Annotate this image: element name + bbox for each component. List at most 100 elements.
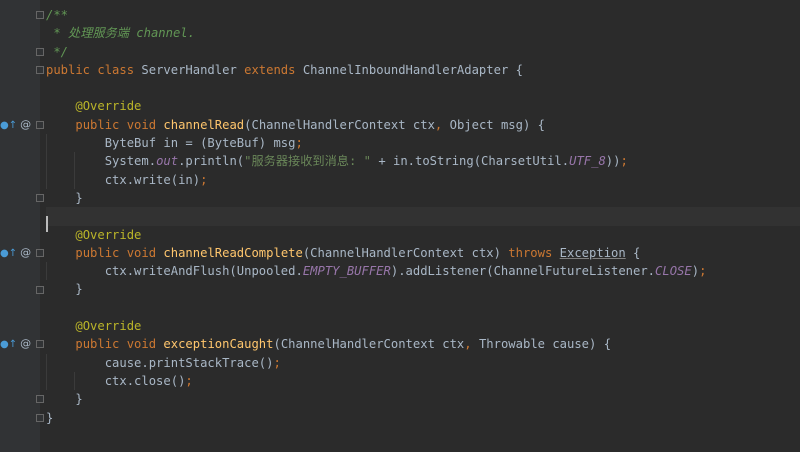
- indent-guide: [46, 353, 47, 391]
- code-token: )): [605, 154, 621, 169]
- code-token: }: [46, 410, 54, 425]
- fold-toggle-icon[interactable]: [36, 120, 44, 129]
- code-token: Exception: [559, 245, 626, 260]
- text-caret: [46, 216, 48, 232]
- code-line[interactable]: System.out.println("服务器接收到消息: " + in.toS…: [46, 152, 800, 170]
- code-editor[interactable]: ●↑ @ ●↑ @ ●↑ @ /** * 处理服务端 channel. */public …: [0, 0, 800, 452]
- annotation-at-icon: @: [20, 337, 32, 351]
- code-token: public class: [46, 62, 142, 77]
- fold-toggle-icon[interactable]: [36, 340, 44, 349]
- code-line[interactable]: [46, 299, 800, 317]
- code-line[interactable]: ctx.close();: [46, 372, 800, 390]
- code-line[interactable]: ctx.writeAndFlush(Unpooled.EMPTY_BUFFER)…: [46, 262, 800, 280]
- code-line[interactable]: }: [46, 189, 800, 207]
- override-method-icon[interactable]: ●↑ @: [0, 117, 32, 132]
- code-token: */: [46, 44, 69, 59]
- code-line[interactable]: * 处理服务端 channel.: [46, 24, 800, 42]
- fold-toggle-icon[interactable]: [36, 47, 44, 56]
- fold-toggle-icon[interactable]: [36, 65, 44, 74]
- code-token: ): [691, 264, 700, 279]
- code-line[interactable]: [46, 207, 800, 226]
- code-token: out: [156, 154, 179, 169]
- code-line[interactable]: @Override: [46, 97, 800, 115]
- code-token: ;: [295, 136, 303, 151]
- code-token: /**: [46, 8, 69, 22]
- override-method-icon[interactable]: ●↑ @: [0, 245, 32, 260]
- code-token: Throwable cause) {: [478, 337, 612, 352]
- code-token: Object msg) {: [449, 117, 545, 132]
- code-token: @Override: [75, 227, 142, 242]
- code-token: "服务器接收到消息: ": [244, 154, 371, 169]
- fold-toggle-icon[interactable]: [36, 248, 44, 257]
- override-method-icon[interactable]: ●↑ @: [0, 337, 32, 351]
- code-line[interactable]: public void exceptionCaught(ChannelHandl…: [46, 335, 800, 353]
- indent-guide: [74, 372, 75, 391]
- code-token: ;: [200, 172, 208, 187]
- code-token: (ChannelHandlerContext ctx: [244, 117, 435, 132]
- code-token: ;: [699, 264, 707, 279]
- code-token: }: [46, 392, 83, 407]
- code-line[interactable]: @Override: [46, 226, 800, 244]
- code-token: }: [46, 190, 83, 205]
- code-token: ctx.writeAndFlush(Unpooled.: [46, 264, 303, 279]
- code-line[interactable]: /**: [46, 6, 800, 24]
- indent-guide: [74, 152, 75, 189]
- code-token: ;: [185, 373, 193, 388]
- code-token: public void: [75, 117, 164, 132]
- code-token: public void: [75, 337, 164, 352]
- code-line[interactable]: }: [46, 390, 800, 408]
- code-token: extends: [244, 62, 303, 77]
- code-token: EMPTY_BUFFER: [302, 264, 391, 279]
- code-token: }: [46, 282, 83, 297]
- code-token: ;: [273, 355, 281, 370]
- override-arrow-icon: ●↑: [0, 247, 18, 259]
- code-token: channelRead: [163, 117, 245, 132]
- code-line[interactable]: ctx.write(in);: [46, 171, 800, 189]
- annotation-at-icon: @: [20, 245, 32, 259]
- code-token: System.: [46, 154, 157, 169]
- fold-toggle-icon[interactable]: [36, 395, 44, 404]
- code-area[interactable]: /** * 处理服务端 channel. */ public class Serv…: [46, 6, 800, 427]
- code-token: ctx.close(): [46, 373, 186, 388]
- code-line[interactable]: }: [46, 280, 800, 298]
- code-token: UTF_8: [569, 154, 606, 169]
- code-token: * 处理服务端 channel.: [46, 26, 195, 41]
- code-token: ,: [434, 117, 450, 132]
- indent-guide: [46, 262, 47, 281]
- code-token: ByteBuf in = (ByteBuf) msg: [46, 136, 296, 151]
- code-line[interactable]: }: [46, 409, 800, 427]
- code-line[interactable]: public class ServerHandler extends Chann…: [46, 61, 800, 79]
- code-token: ,: [464, 337, 479, 352]
- code-line[interactable]: [46, 79, 800, 97]
- code-token: @Override: [75, 99, 142, 114]
- annotation-at-icon: @: [20, 117, 32, 131]
- override-arrow-icon: ●↑: [0, 119, 18, 131]
- code-line[interactable]: public void channelReadComplete(ChannelH…: [46, 244, 800, 262]
- code-token: {: [625, 245, 641, 260]
- code-token: exceptionCaught: [163, 337, 274, 352]
- code-token: throws: [508, 245, 560, 260]
- code-token: ServerHandler: [141, 62, 245, 77]
- code-line[interactable]: @Override: [46, 317, 800, 335]
- code-token: CLOSE: [655, 264, 692, 279]
- code-token: .println(: [178, 154, 245, 169]
- code-token: cause.printStackTrace(): [46, 355, 274, 370]
- indent-guide: [46, 134, 47, 189]
- code-line[interactable]: cause.printStackTrace();: [46, 354, 800, 372]
- code-token: ;: [620, 154, 628, 169]
- fold-toggle-icon[interactable]: [36, 413, 44, 422]
- fold-toggle-icon[interactable]: [36, 285, 44, 294]
- code-line[interactable]: ByteBuf in = (ByteBuf) msg;: [46, 134, 800, 152]
- code-line[interactable]: public void channelRead(ChannelHandlerCo…: [46, 116, 800, 134]
- editor-gutter[interactable]: ●↑ @ ●↑ @ ●↑ @: [0, 0, 44, 452]
- code-token: ).addListener(ChannelFutureListener.: [390, 264, 656, 279]
- fold-toggle-icon[interactable]: [36, 194, 44, 202]
- code-line[interactable]: */: [46, 43, 800, 61]
- override-arrow-icon: ●↑: [0, 339, 18, 351]
- fold-toggle-icon[interactable]: [36, 11, 44, 19]
